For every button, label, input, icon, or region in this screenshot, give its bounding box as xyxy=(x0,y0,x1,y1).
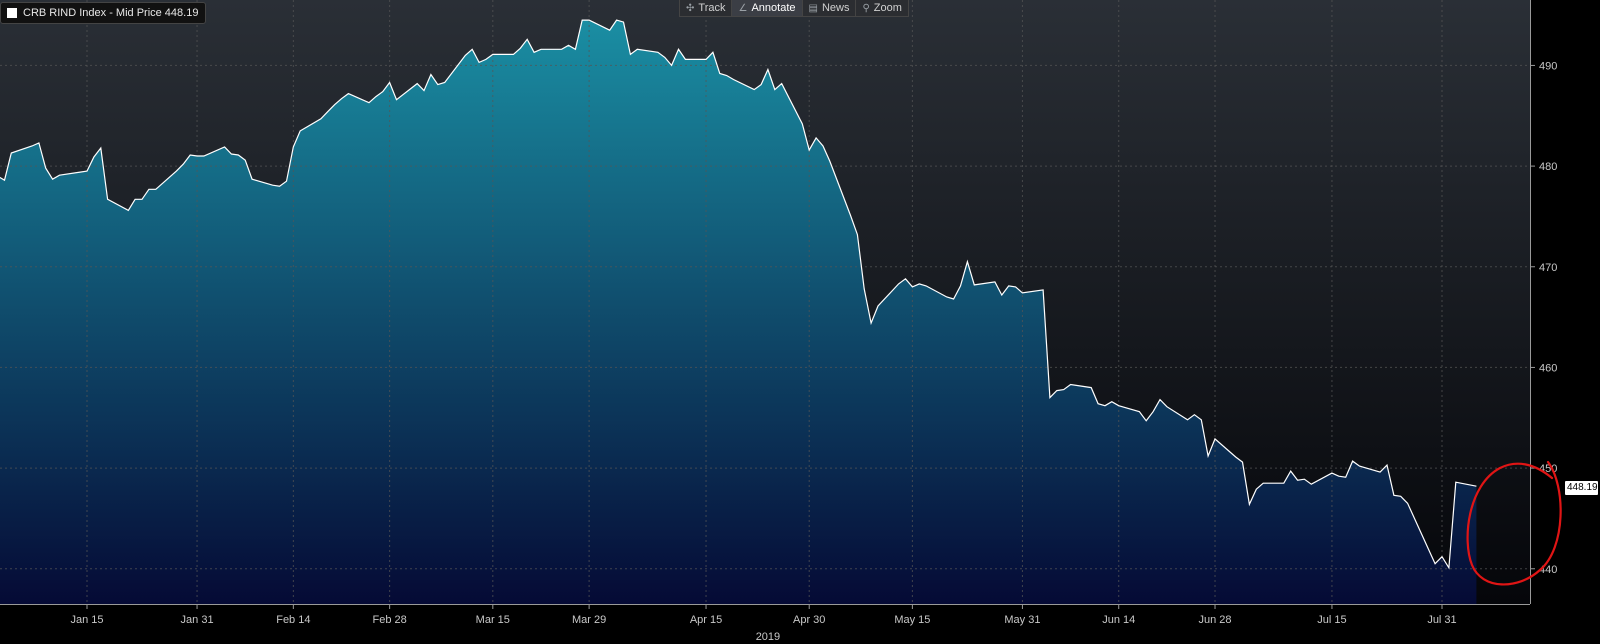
track-label: Track xyxy=(698,2,726,14)
x-tick-label: Jul 15 xyxy=(1317,614,1346,626)
x-tick-label: Mar 15 xyxy=(476,614,510,626)
news-button[interactable]: ▤ News xyxy=(803,0,857,16)
y-tick-label: 460 xyxy=(1539,362,1557,374)
price-chart[interactable]: 440450460470480490Jan 15 Jan 31 Feb 14 Feb … xyxy=(0,0,1600,644)
y-tick-label: 480 xyxy=(1539,161,1557,173)
chart-legend[interactable]: CRB RIND Index - Mid Price 448.19 xyxy=(0,2,207,24)
x-tick-label: Mar 29 xyxy=(572,614,606,626)
x-tick-label: Jan 31 xyxy=(181,614,214,626)
news-label: News xyxy=(821,2,850,14)
zoom-label: Zoom xyxy=(873,2,902,14)
x-tick-label: Jul 31 xyxy=(1427,614,1456,626)
x-tick-label: Feb 14 xyxy=(276,614,310,626)
x-tick-label: Feb 28 xyxy=(373,614,407,626)
x-axis-year-label: 2019 xyxy=(756,631,780,643)
track-button[interactable]: ✣ Track xyxy=(680,0,733,16)
magnifier-icon: ⚲ xyxy=(862,2,870,14)
x-tick-label: Jan 15 xyxy=(70,614,103,626)
x-tick-label: Jun 14 xyxy=(1102,614,1135,626)
annotate-button[interactable]: ∠ Annotate xyxy=(732,0,803,16)
news-icon: ▤ xyxy=(808,2,818,14)
x-tick-label: May 31 xyxy=(1004,614,1040,626)
legend-text: CRB RIND Index - Mid Price 448.19 xyxy=(23,7,199,19)
x-tick-label: Apr 30 xyxy=(793,614,825,626)
zoom-button[interactable]: ⚲ Zoom xyxy=(856,0,907,16)
x-tick-label: Apr 15 xyxy=(690,614,722,626)
annotate-label: Annotate xyxy=(751,2,796,14)
y-tick-label: 490 xyxy=(1539,60,1557,72)
crosshair-icon: ✣ xyxy=(686,2,695,14)
last-price-label: 448.19 xyxy=(1565,481,1598,495)
chart-toolbar: ✣ Track ∠ Annotate ▤ News ⚲ Zoom xyxy=(679,0,909,17)
y-tick-label: 470 xyxy=(1539,262,1557,274)
x-tick-label: Jun 28 xyxy=(1199,614,1232,626)
x-tick-label: May 15 xyxy=(894,614,930,626)
pencil-icon: ∠ xyxy=(738,2,748,14)
legend-swatch xyxy=(7,8,17,18)
y-axis-panel xyxy=(1530,0,1600,644)
